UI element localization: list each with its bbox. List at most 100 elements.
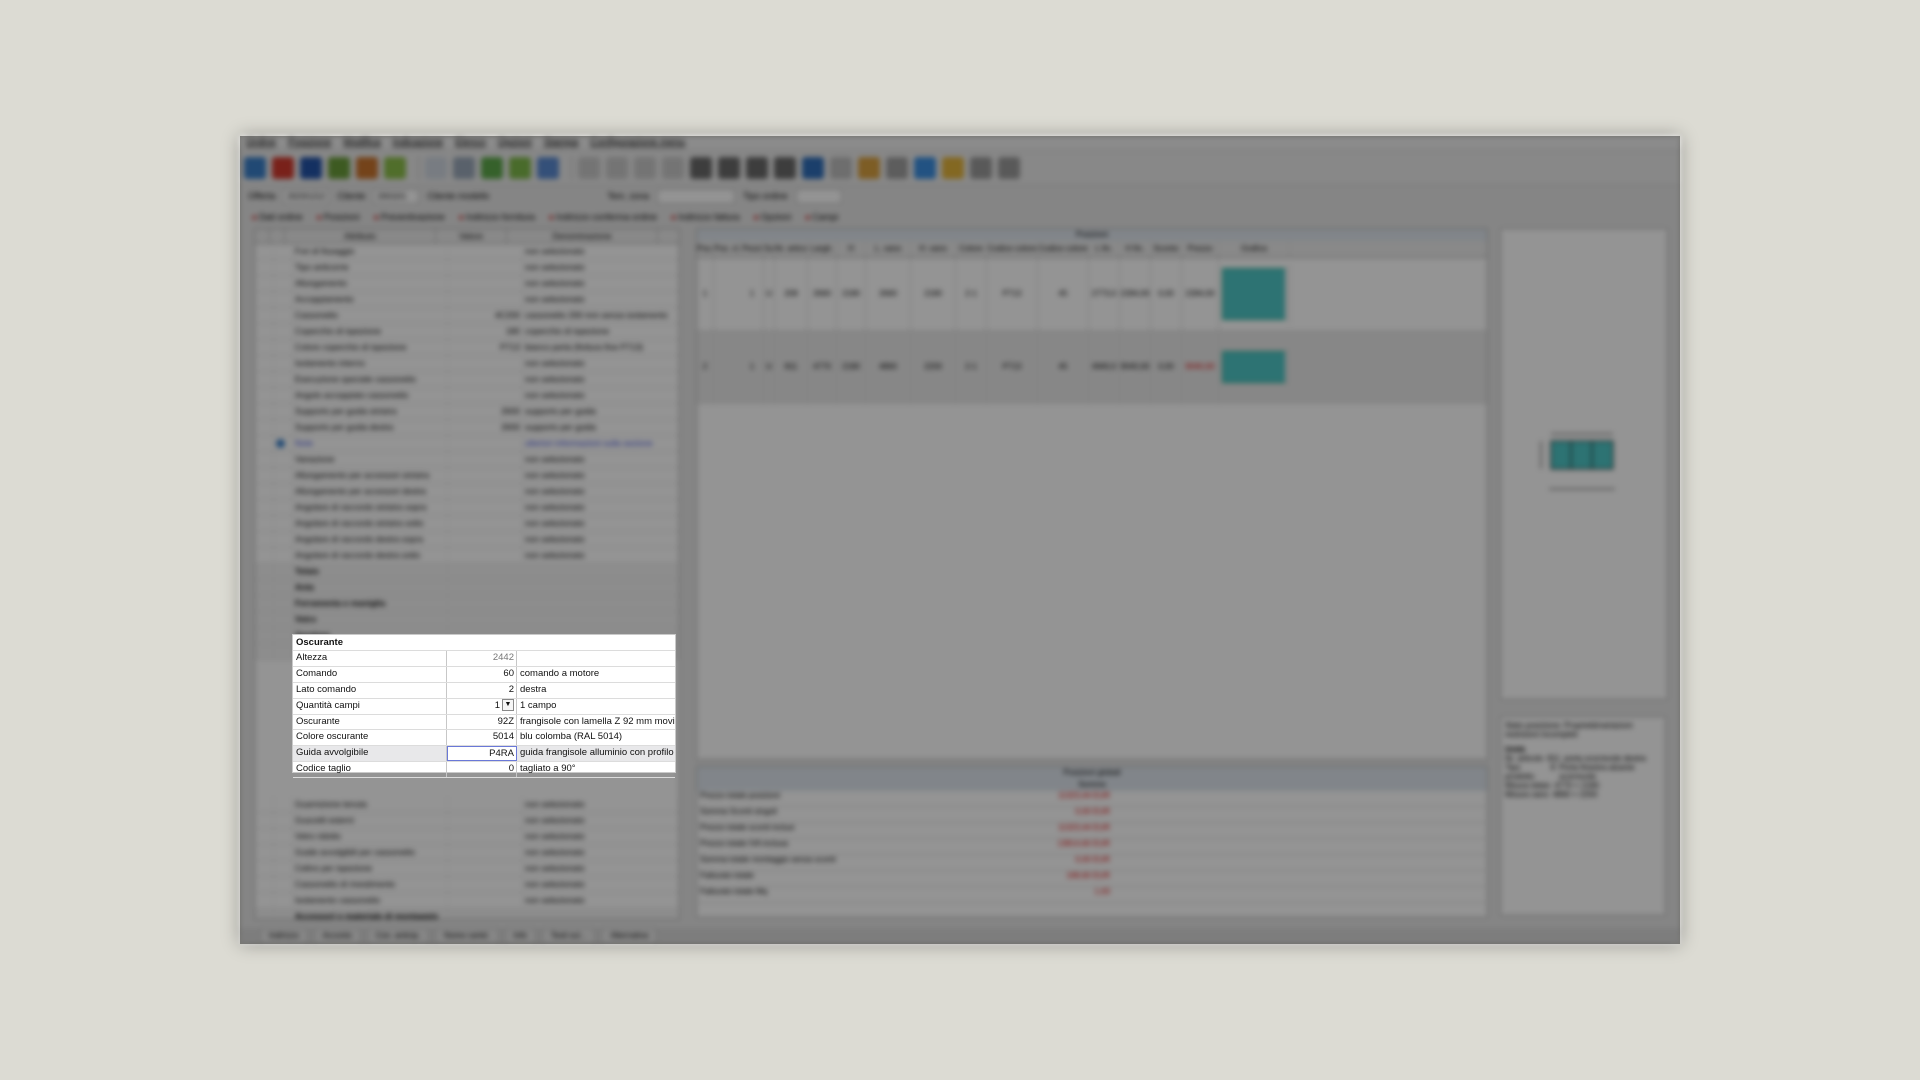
position-cell-cc2[interactable]: 45 [1038,331,1089,403]
btn-alternativa[interactable]: Alternativa [601,928,658,944]
attribute-value[interactable] [448,356,523,371]
expand-icon[interactable] [255,612,274,627]
attribute-row[interactable]: Isolamento cassonetto non selezionato [255,893,679,909]
positions-column-header[interactable]: Nr. articolo [775,241,808,257]
menu-ordine[interactable]: Ordine [246,136,276,150]
menu-posizione[interactable]: Posizione [288,136,331,150]
info-icon[interactable] [886,157,908,179]
menu-opzioni[interactable]: Opzioni [498,136,532,150]
positions-column-header[interactable]: Codice colore [987,241,1038,257]
position-cell-pezzi[interactable]: 1 [741,331,764,403]
tab-campi[interactable]: Campi [805,212,838,222]
position-cell-hvano[interactable]: 2180 [911,258,956,330]
positions-column-header[interactable]: Codice colore [1038,241,1089,257]
tools-icon[interactable] [970,157,992,179]
oscurante-value[interactable]: 92Z [447,714,517,730]
btn-info[interactable]: Info [504,928,536,944]
position-cell-sup[interactable]: U [764,331,775,403]
attribute-value[interactable]: P713 [448,340,523,355]
globe-icon[interactable] [244,157,266,179]
btn-indirizzo[interactable]: Indirizzo [260,928,308,944]
positions-column-header[interactable]: Largh. [808,241,837,257]
colore-oscurante-value[interactable]: 5014 [447,730,517,746]
position-cell-lvano[interactable]: 4860 [866,331,911,403]
attribute-row[interactable]: Isolamento interno non selezionato [255,356,679,372]
position-cell-cc1[interactable]: P713 [987,331,1038,403]
position-cell-largh[interactable]: 4770 [808,331,837,403]
save-icon[interactable] [300,157,322,179]
attribute-value[interactable] [448,500,523,515]
attribute-row[interactable]: Coperchio di ispezione 180 coperchio di is… [255,324,679,340]
attribute-row[interactable]: Esecuzione speciale cassonetto non selezi… [255,372,679,388]
positions-column-header[interactable]: H [837,241,866,257]
refresh-icon[interactable] [914,157,936,179]
attribute-row[interactable]: Supporto per guida sinistra 2600 supporto … [255,404,679,420]
copy-position-icon[interactable] [356,157,378,179]
add-position-icon[interactable] [328,157,350,179]
menu-modifica[interactable]: Modifica [343,136,380,150]
attribute-group[interactable]: Vetro [255,612,679,628]
attribute-value[interactable] [448,292,523,307]
property-row-oscurante[interactable]: Oscurante 92Z frangisole con lamella Z 92 … [293,714,675,731]
attribute-row[interactable]: Tipo anticorrie non selezionato [255,260,679,276]
property-row-quantita-campi[interactable]: Quantità campi 1 ▼ 1 campo [293,698,675,715]
tipo-ordine-field[interactable] [795,188,842,204]
attribute-value[interactable] [448,244,523,259]
positions-column-header[interactable]: H fin. [1120,241,1151,257]
document-icon[interactable] [425,157,447,179]
comando-value[interactable]: 60 [447,666,517,682]
menu-stampa[interactable]: Stampa [544,136,578,150]
attribute-row[interactable]: Angolo accoppiato cassonetto non selezion… [255,388,679,404]
attribute-row[interactable]: Cassonetto di rivestimento non selezionat… [255,877,679,893]
property-row-guida-avvolgibile[interactable]: Guida avvolgibile P4RA guida frangisole al… [293,746,675,763]
positions-column-header[interactable]: Grafica [1219,241,1290,257]
attribute-row[interactable]: Supporto per guida destra 2600 supporto pe… [255,420,679,436]
attribute-value[interactable]: 4C200 [448,308,523,323]
attribute-row[interactable]: Guide avvolgibili per cassonetto non sele… [255,845,679,861]
sums-title[interactable]: Somme [697,779,1487,791]
attribute-value[interactable]: 180 [448,324,523,339]
attribute-value[interactable]: 2600 [448,420,523,435]
attribute-value[interactable] [448,484,523,499]
edit-icon[interactable] [509,157,531,179]
attribute-row[interactable]: Angolare di raccordo destra sotto non sel… [255,548,679,564]
position-cell-pezzi[interactable]: 1 [741,258,764,330]
expand-icon[interactable] [255,628,274,643]
mail-icon[interactable] [774,157,796,179]
guida-avvolgibile-value[interactable]: P4RA [447,746,517,762]
property-row-lato-comando[interactable]: Lato comando 2 destra [293,682,675,699]
position-cell-h[interactable]: 2180 [837,258,866,330]
positions-column-header[interactable]: Pos. cl. [714,241,741,257]
position-cell-lf[interactable]: 2773,0 [1089,258,1120,330]
attribute-row[interactable]: Angolare di raccordo destra sopra non sel… [255,532,679,548]
attribute-row[interactable]: Accoppiamento non selezionato [255,292,679,308]
attribute-row[interactable]: Variazione non selezionato [255,452,679,468]
lato-comando-value[interactable]: 2 [447,682,517,698]
recalc-icon[interactable] [384,157,406,179]
position-cell-col[interactable]: 2-1 [956,331,987,403]
quantita-campi-value[interactable]: 1 ▼ [447,698,517,714]
positions-column-header[interactable]: H. vano [911,241,956,257]
position-cell-art[interactable]: 811 [775,331,808,403]
attribute-value[interactable] [448,877,523,892]
attribute-row[interactable]: Cassonetto 4C200 cassonetto 200 mm senza i… [255,308,679,324]
position-cell-hf[interactable]: 9040,00 [1120,331,1151,403]
link-icon[interactable] [830,157,852,179]
property-row-altezza[interactable]: Altezza 2442 [293,651,675,667]
zona-field[interactable] [656,188,735,204]
attribute-value[interactable] [448,829,523,844]
attribute-row[interactable]: Vetro ridotto non selezionato [255,829,679,845]
exit-icon[interactable] [998,157,1020,179]
attribute-row[interactable]: Angolare di raccordo sinistra sotto non s… [255,516,679,532]
positions-column-header[interactable]: Prezzo [1182,241,1219,257]
position-cell-pos[interactable]: 2 [697,331,714,403]
btn-testi[interactable]: Testi sul... [541,928,596,944]
tab-opzioni[interactable]: Opzioni [754,212,792,222]
tab-indirizzo-fornitura[interactable]: Indirizzo fornitura [459,212,535,222]
redo-icon[interactable] [634,157,656,179]
undo-icon[interactable] [578,157,600,179]
attribute-value[interactable] [448,468,523,483]
positions-column-header[interactable]: Pezzi [741,241,764,257]
btn-acconto[interactable]: Acconto [313,928,361,944]
header-attributo[interactable]: Attributo [285,229,436,243]
